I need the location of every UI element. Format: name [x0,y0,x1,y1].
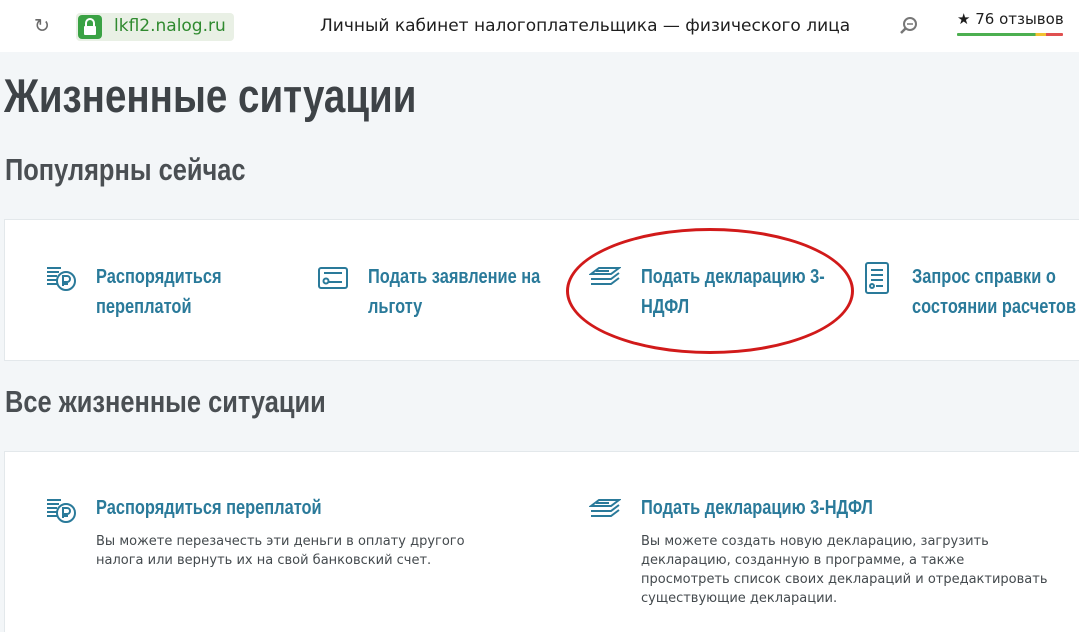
coins-ruble-icon [47,499,76,523]
all-situations-card: Распорядиться переплатой Вы можете перез… [4,451,1079,632]
description-line: декларацию, созданную в программе, а так… [641,553,965,568]
popular-item-title-2: льготу [368,296,423,318]
page-title-bar: Личный кабинет налогоплательщика — физич… [320,16,851,36]
situation-description: Вы можете перезачесть эти деньги в оплат… [96,532,465,570]
reload-icon[interactable]: ↻ [32,16,52,36]
reviews-rating-bar [957,33,1063,36]
description-line: существующие декларации. [641,591,838,606]
documents-stack-icon [589,267,621,285]
popular-item-title-2: переплатой [96,296,192,318]
popular-heading: Популярны сейчас [5,152,246,187]
url-text: lkfl2.nalog.ru [114,16,226,36]
popular-item-title-2: НДФЛ [641,296,690,318]
document-list-icon [865,262,889,294]
search-icon[interactable] [898,15,920,37]
coins-ruble-icon [47,267,76,291]
lock-icon [78,15,102,39]
description-line: Вы можете создать новую декларацию, загр… [641,534,989,549]
situation-item-declaration[interactable]: Подать декларацию 3-НДФЛ Вы можете созда… [589,494,1069,614]
situation-item-overpayment[interactable]: Распорядиться переплатой Вы можете перез… [45,494,485,614]
description-line: налога или вернуть их на свой банковский… [96,553,432,568]
situation-description: Вы можете создать новую декларацию, загр… [641,532,1048,608]
reviews-label: ★ 76 отзывов [957,10,1064,28]
certificate-icon [318,267,348,289]
popular-item-title-2: состоянии расчетов [912,296,1077,318]
popular-item-title-1: Подать декларацию 3- [641,266,825,288]
address-bar[interactable]: lkfl2.nalog.ru [76,13,234,41]
browser-toolbar: ↻ lkfl2.nalog.ru Личный кабинет налогопл… [0,0,1079,52]
popular-item-title-1: Подать заявление на [368,266,541,288]
description-line: просмотреть список своих деклараций и от… [641,572,1048,587]
popular-item-benefit[interactable]: Подать заявление на льготу [317,262,567,324]
situation-title: Распорядиться переплатой [96,497,322,519]
popular-item-settlements[interactable]: Запрос справки о состоянии расчетов [861,262,1079,324]
popular-item-overpayment[interactable]: Распорядиться переплатой [45,262,285,324]
all-situations-heading: Все жизненные ситуации [5,384,326,419]
popular-item-title-1: Распорядиться [96,266,222,288]
situation-title: Подать декларацию 3-НДФЛ [641,497,873,519]
popular-item-declaration[interactable]: Подать декларацию 3- НДФЛ [589,262,839,324]
page-title: Жизненные ситуации [4,69,417,122]
popular-card: Распорядиться переплатой Подать заявлени… [4,219,1079,361]
documents-stack-icon [589,499,621,517]
description-line: Вы можете перезачесть эти деньги в оплат… [96,534,465,549]
popular-item-title-1: Запрос справки о [912,266,1056,288]
reviews-button[interactable]: ★ 76 отзывов [957,10,1064,38]
